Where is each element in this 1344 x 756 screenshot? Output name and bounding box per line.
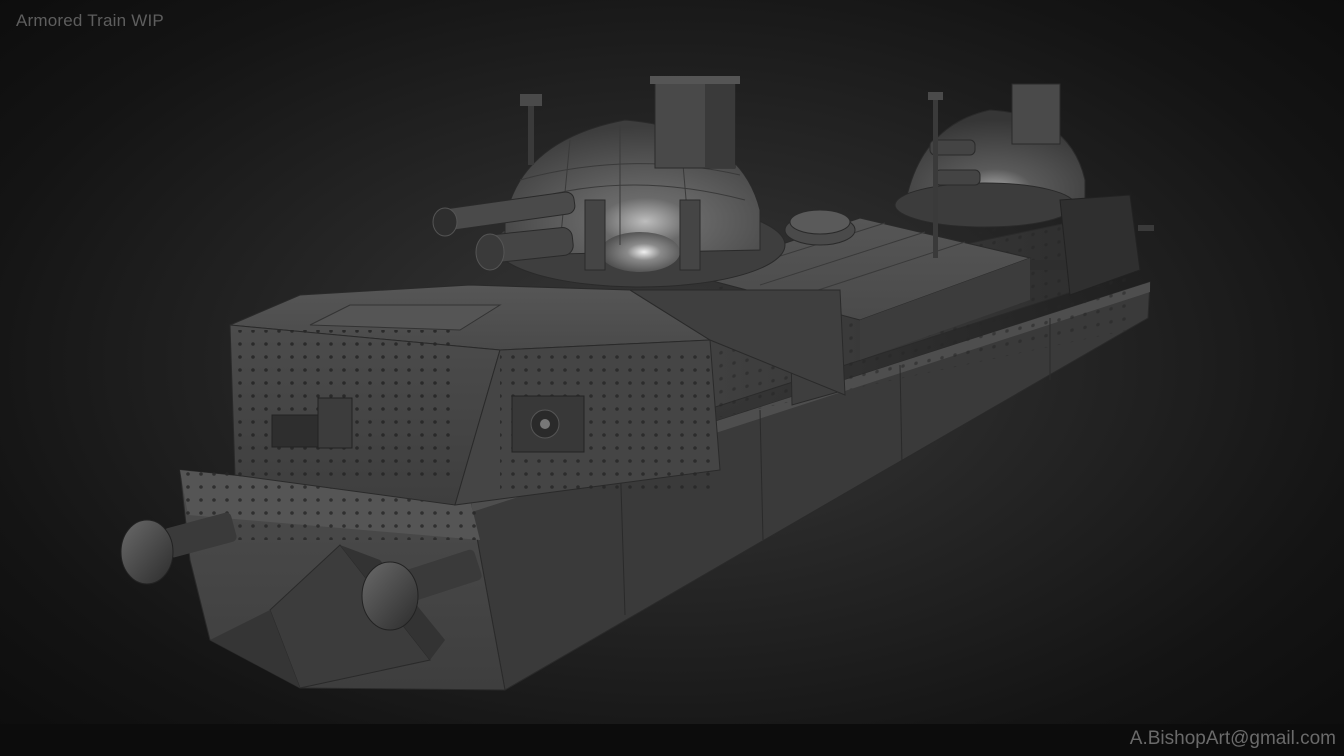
render-title: Armored Train WIP xyxy=(16,11,164,30)
armored-train-render xyxy=(120,76,1154,691)
author-email: A.BishopArt@gmail.com xyxy=(1129,728,1336,749)
roof-ventilator xyxy=(784,209,856,246)
front-turret xyxy=(432,76,786,288)
rear-block xyxy=(1059,194,1154,296)
render-viewport: Armored Train WIP A.BishopArt@gmail.com xyxy=(0,0,1344,756)
footer-bar: A.BishopArt@gmail.com xyxy=(0,724,1344,756)
